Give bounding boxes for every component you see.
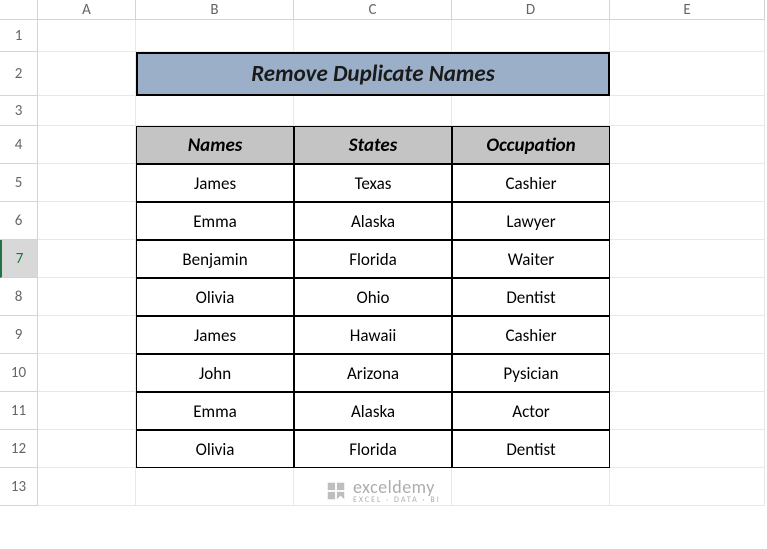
row-header-3[interactable]: 3 — [0, 96, 38, 126]
cell-C3[interactable] — [294, 96, 452, 126]
table-row[interactable]: Olivia — [136, 278, 294, 316]
cell-A5[interactable] — [38, 164, 136, 202]
table-title[interactable]: Remove Duplicate Names — [136, 52, 610, 96]
table-row[interactable]: Cashier — [452, 316, 610, 354]
cell-E5[interactable] — [610, 164, 765, 202]
cell-E10[interactable] — [610, 354, 765, 392]
row-header-9[interactable]: 9 — [0, 316, 38, 354]
cell-A11[interactable] — [38, 392, 136, 430]
cell-E9[interactable] — [610, 316, 765, 354]
table-row[interactable]: Dentist — [452, 430, 610, 468]
col-header-C[interactable]: C — [294, 0, 452, 20]
cell-E12[interactable] — [610, 430, 765, 468]
table-row[interactable]: Hawaii — [294, 316, 452, 354]
table-row[interactable]: Florida — [294, 240, 452, 278]
header-names[interactable]: Names — [136, 126, 294, 164]
table-row[interactable]: James — [136, 316, 294, 354]
select-all-corner[interactable] — [0, 0, 38, 20]
row-header-7[interactable]: 7 — [0, 240, 38, 278]
cell-A8[interactable] — [38, 278, 136, 316]
col-header-A[interactable]: A — [38, 0, 136, 20]
cell-A10[interactable] — [38, 354, 136, 392]
cell-A1[interactable] — [38, 20, 136, 52]
cell-A7[interactable] — [38, 240, 136, 278]
table-row[interactable]: Alaska — [294, 392, 452, 430]
cell-E7[interactable] — [610, 240, 765, 278]
table-row[interactable]: Florida — [294, 430, 452, 468]
cell-E11[interactable] — [610, 392, 765, 430]
cell-E3[interactable] — [610, 96, 765, 126]
row-header-10[interactable]: 10 — [0, 354, 38, 392]
cell-E2[interactable] — [610, 52, 765, 96]
cell-B1[interactable] — [136, 20, 294, 52]
row-header-1[interactable]: 1 — [0, 20, 38, 52]
table-row[interactable]: James — [136, 164, 294, 202]
cell-C13[interactable] — [294, 468, 452, 506]
header-occupation[interactable]: Occupation — [452, 126, 610, 164]
table-row[interactable]: Alaska — [294, 202, 452, 240]
cell-E4[interactable] — [610, 126, 765, 164]
table-row[interactable]: Emma — [136, 392, 294, 430]
cell-D3[interactable] — [452, 96, 610, 126]
cell-A3[interactable] — [38, 96, 136, 126]
header-states[interactable]: States — [294, 126, 452, 164]
cell-A6[interactable] — [38, 202, 136, 240]
table-row[interactable]: Texas — [294, 164, 452, 202]
cell-D1[interactable] — [452, 20, 610, 52]
cell-A13[interactable] — [38, 468, 136, 506]
cell-A12[interactable] — [38, 430, 136, 468]
row-header-6[interactable]: 6 — [0, 202, 38, 240]
row-header-4[interactable]: 4 — [0, 126, 38, 164]
table-row[interactable]: Olivia — [136, 430, 294, 468]
cell-B13[interactable] — [136, 468, 294, 506]
cell-E8[interactable] — [610, 278, 765, 316]
cell-A2[interactable] — [38, 52, 136, 96]
cell-C1[interactable] — [294, 20, 452, 52]
cell-D13[interactable] — [452, 468, 610, 506]
table-row[interactable]: Ohio — [294, 278, 452, 316]
row-header-13[interactable]: 13 — [0, 468, 38, 506]
cell-A9[interactable] — [38, 316, 136, 354]
row-header-5[interactable]: 5 — [0, 164, 38, 202]
cell-E6[interactable] — [610, 202, 765, 240]
cell-E13[interactable] — [610, 468, 765, 506]
table-row[interactable]: Arizona — [294, 354, 452, 392]
cell-B3[interactable] — [136, 96, 294, 126]
col-header-B[interactable]: B — [136, 0, 294, 20]
cell-A4[interactable] — [38, 126, 136, 164]
table-row[interactable]: John — [136, 354, 294, 392]
cell-E1[interactable] — [610, 20, 765, 52]
row-header-2[interactable]: 2 — [0, 52, 38, 96]
col-header-D[interactable]: D — [452, 0, 610, 20]
table-row[interactable]: Waiter — [452, 240, 610, 278]
table-row[interactable]: Benjamin — [136, 240, 294, 278]
table-row[interactable]: Dentist — [452, 278, 610, 316]
row-header-8[interactable]: 8 — [0, 278, 38, 316]
table-row[interactable]: Lawyer — [452, 202, 610, 240]
spreadsheet-grid: A B C D E 1 2 Remove Duplicate Names 3 4… — [0, 0, 767, 506]
table-row[interactable]: Emma — [136, 202, 294, 240]
row-header-12[interactable]: 12 — [0, 430, 38, 468]
row-header-11[interactable]: 11 — [0, 392, 38, 430]
table-row[interactable]: Cashier — [452, 164, 610, 202]
table-row[interactable]: Pysician — [452, 354, 610, 392]
col-header-E[interactable]: E — [610, 0, 765, 20]
table-row[interactable]: Actor — [452, 392, 610, 430]
